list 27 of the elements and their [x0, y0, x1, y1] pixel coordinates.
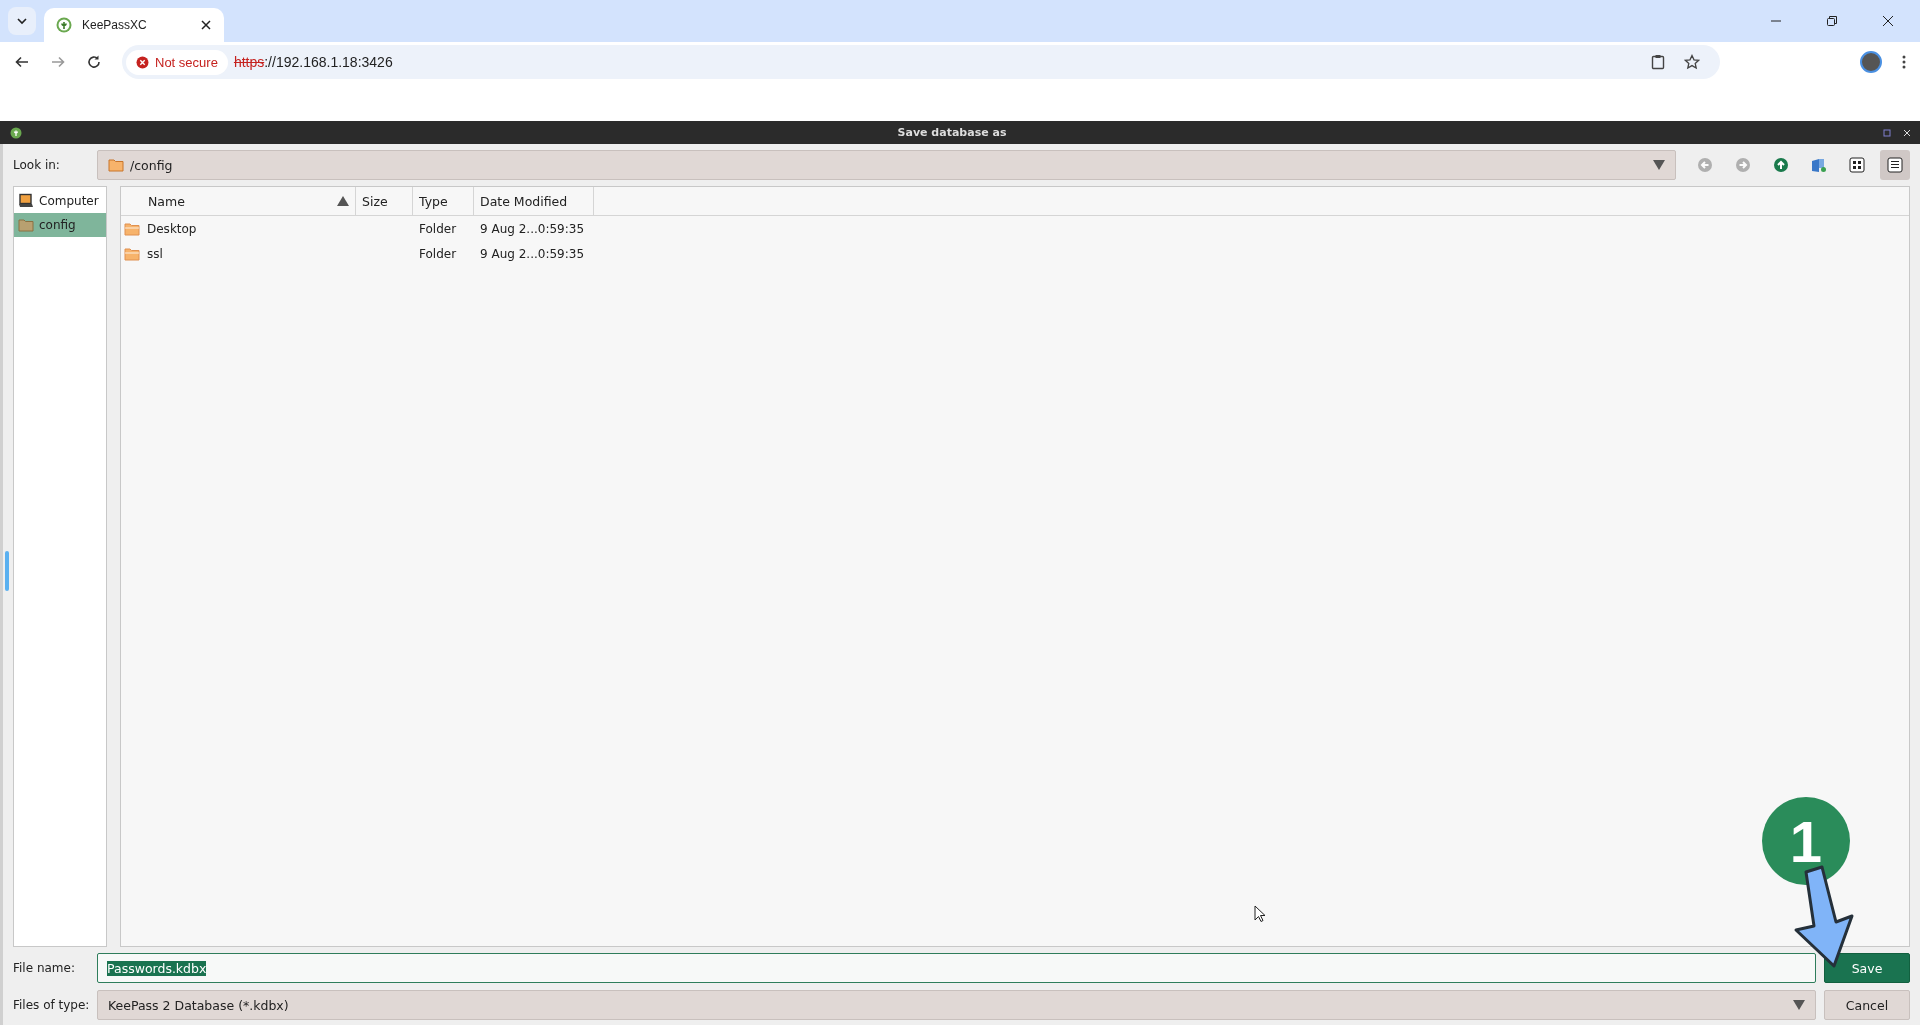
security-chip[interactable]: Not secure — [126, 49, 228, 75]
type-cell-text: Folder — [418, 221, 458, 236]
dialog-title: Save database as — [896, 126, 1008, 139]
save-button[interactable]: Save — [1824, 953, 1910, 983]
column-header[interactable]: Type — [413, 187, 474, 215]
sidebar-item[interactable]: Computer — [14, 189, 106, 213]
column-header[interactable]: Name — [121, 187, 356, 215]
cancel-button[interactable]: Cancel — [1824, 990, 1910, 1020]
file-type-label: Files of type: — [13, 998, 89, 1012]
url-text: https://192.168.1.18:3426 — [233, 54, 393, 70]
sidebar-item[interactable]: config — [14, 213, 106, 237]
look-in-dropdown[interactable]: /config — [97, 150, 1676, 180]
file-name-cell[interactable]: Desktop — [121, 221, 356, 236]
file-name-cell[interactable]: ssl — [121, 246, 356, 261]
file-name-field[interactable]: Passwords.kdbx — [97, 953, 1816, 983]
tab-title: KeePassXC — [82, 18, 148, 32]
file-type-dropdown[interactable]: KeePass 2 Database (*.kdbx) — [97, 990, 1816, 1020]
column-header[interactable]: Size — [356, 187, 413, 215]
file-name-label: File name: — [13, 961, 76, 975]
date-cell-text: 9 Aug 2...0:59:35 — [479, 221, 586, 236]
look-in-label: Look in: — [13, 158, 61, 172]
type-cell-text: Folder — [418, 246, 458, 261]
date-cell-text: 9 Aug 2...0:59:35 — [479, 246, 586, 261]
address-bar[interactable]: Not secure https://192.168.1.18:3426 — [122, 45, 1720, 79]
security-label: Not secure — [155, 54, 218, 70]
browser-tab[interactable]: KeePassXC — [44, 8, 224, 42]
column-header[interactable]: Date Modified — [474, 187, 594, 215]
